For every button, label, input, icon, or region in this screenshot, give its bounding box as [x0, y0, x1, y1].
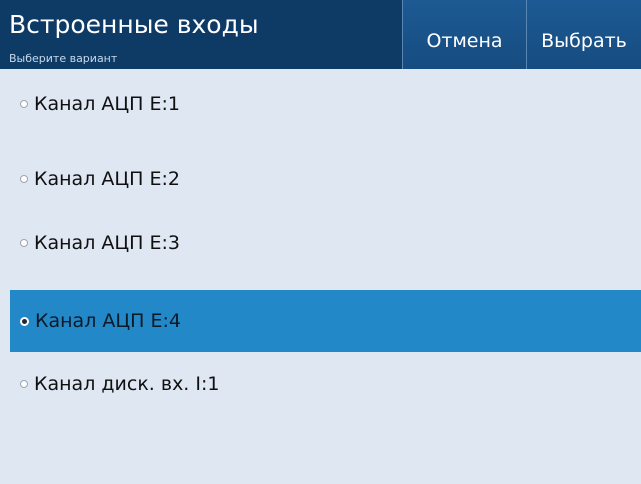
option-label: Канал АЦП E:2: [34, 168, 180, 190]
option-label: Канал АЦП E:1: [34, 93, 180, 115]
radio-unchecked-icon[interactable]: [20, 380, 28, 388]
option-label: Канал АЦП E:3: [34, 232, 180, 254]
page-subtitle: Выберите вариант: [9, 52, 118, 65]
radio-unchecked-icon[interactable]: [20, 175, 28, 183]
list-item[interactable]: Канал АЦП E:2: [10, 149, 641, 209]
input-selection-dialog: Встроенные входы Выберите вариант Отмена…: [0, 0, 641, 484]
radio-checked-icon[interactable]: [20, 316, 29, 326]
option-label: Канал АЦП E:4: [35, 310, 181, 332]
page-title: Встроенные входы: [9, 10, 259, 39]
header-bar: Встроенные входы Выберите вариант Отмена…: [0, 0, 641, 69]
radio-unchecked-icon[interactable]: [20, 100, 28, 108]
list-item[interactable]: Канал АЦП E:3: [10, 213, 641, 273]
list-item-selected[interactable]: Канал АЦП E:4: [10, 290, 641, 352]
radio-unchecked-icon[interactable]: [20, 239, 28, 247]
list-item[interactable]: Канал АЦП E:1: [10, 74, 641, 134]
select-button[interactable]: Выбрать: [526, 0, 641, 69]
list-item[interactable]: Канал диск. вх. I:1: [10, 354, 641, 414]
options-list: Канал АЦП E:1 Канал АЦП E:2 Канал АЦП E:…: [0, 69, 641, 484]
option-label: Канал диск. вх. I:1: [34, 373, 220, 395]
cancel-button[interactable]: Отмена: [402, 0, 526, 69]
